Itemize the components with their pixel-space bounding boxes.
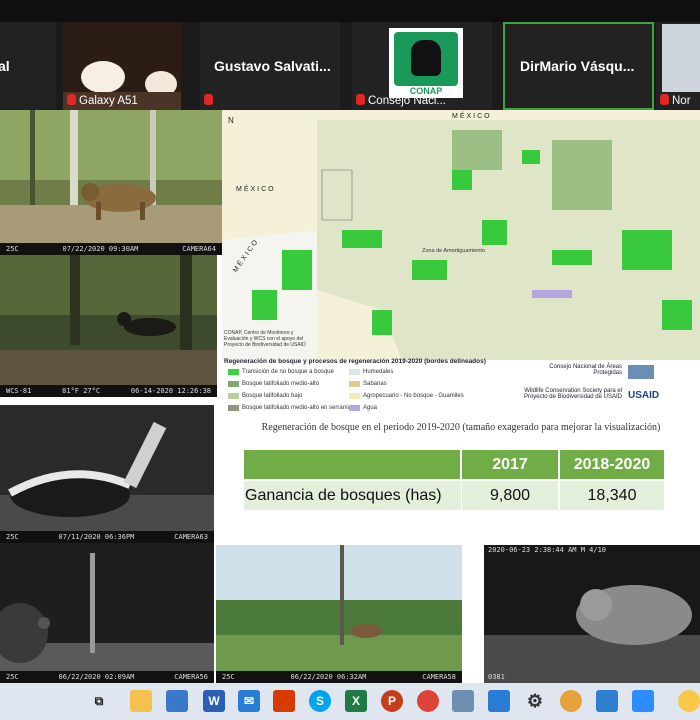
- mic-muted-icon: [204, 94, 216, 107]
- table-header-empty: [244, 450, 460, 479]
- legend-item: Bosque latifoliado medio-alto: [228, 381, 319, 387]
- participant-tile-nor[interactable]: Nor: [656, 22, 700, 110]
- participant-label: Nor: [660, 94, 691, 107]
- participant-tile-gustavo[interactable]: Gustavo Salvati...: [200, 22, 340, 110]
- camera-stamp-top: 2020-06-23 2:38:44 AM M 4/10: [488, 546, 607, 554]
- map-zone-label: Zona de Amortiguamiento: [422, 248, 485, 254]
- skunk-photo: [0, 405, 214, 543]
- camera-stamp: WCS-81 81°F 27°C 06-14-2020 12:26:38: [0, 385, 217, 397]
- powerpoint-icon[interactable]: P: [381, 690, 403, 712]
- table-header-2018-2020: 2018-2020: [560, 450, 664, 479]
- camera-stamp: 25C 06/22/2020 02:09AM CAMERA56: [0, 671, 214, 683]
- camera-trap-image-6: 2020-06-23 2:38:44 AM M 4/10 0381: [484, 545, 700, 683]
- participant-video: [662, 24, 700, 92]
- participant-tile-conap[interactable]: CONAP Consejo Naci...: [352, 22, 492, 110]
- participant-tile-galaxy[interactable]: Galaxy A51: [63, 22, 181, 110]
- excel-icon[interactable]: X: [345, 690, 367, 712]
- notes-icon[interactable]: [678, 690, 700, 712]
- camera-trap-image-4: 25C 06/22/2020 02:09AM CAMERA56: [0, 543, 214, 683]
- chrome-icon[interactable]: [417, 690, 439, 712]
- legend-item: Bosque latifoliado bajo: [228, 393, 302, 399]
- tayra-photo: [0, 255, 217, 397]
- org-conap: Consejo Nacional de Áreas Protegidas: [549, 364, 622, 376]
- skype-icon[interactable]: S: [309, 690, 331, 712]
- animal-night-photo: [0, 543, 214, 683]
- camera-trap-image-2: WCS-81 81°F 27°C 06-14-2020 12:26:38: [0, 255, 217, 397]
- conap-logo: CONAP: [389, 28, 463, 98]
- participant-tile-dirmario[interactable]: DirMario Vásqu...: [503, 22, 654, 110]
- legend-item: Humedales: [349, 369, 393, 375]
- camera-stamp: 25C 06/22/2020 06:32AM CAMERA58: [216, 671, 462, 683]
- org-wcs: Wildlife Conservation Society para el Pr…: [523, 388, 622, 400]
- table-header-2017: 2017: [462, 450, 558, 479]
- jaguar-photo: [0, 110, 222, 255]
- camera-trap-image-1: 25C 07/22/2020 09:30AM CAMERA64: [0, 110, 222, 255]
- legend-item: Agropecuario - No bosque - Guamiles: [349, 393, 464, 399]
- deer-photo: [216, 545, 462, 683]
- north-arrow-icon: N: [228, 116, 234, 125]
- mic-muted-icon: [356, 94, 365, 105]
- windows-taskbar: ⧉ W ✉ S X P ⚙: [0, 683, 700, 720]
- laptop-icon[interactable]: [452, 690, 474, 712]
- map-label-left: MÉXICO: [236, 186, 276, 193]
- task-view-icon[interactable]: ⧉: [88, 690, 110, 712]
- camera-trap-image-3: 25C 07/11/2020 06:36PM CAMERA63: [0, 405, 214, 543]
- organization-logos: Consejo Nacional de Áreas Protegidas Wil…: [522, 362, 700, 418]
- store-icon[interactable]: [166, 690, 188, 712]
- window-top-bar: [0, 0, 700, 22]
- camera-stamp: 25C 07/22/2020 09:30AM CAMERA64: [0, 243, 222, 255]
- table-row-label: Ganancia de bosques (has): [244, 481, 461, 510]
- participant-tile-1[interactable]: al: [0, 22, 56, 110]
- mail-icon[interactable]: ✉: [238, 690, 260, 712]
- camera-trap-image-5: 25C 06/22/2020 06:32AM CAMERA58: [216, 545, 462, 683]
- chrome-profile-icon[interactable]: [560, 690, 582, 712]
- legend-item: Bosque latifoliado medio-alto en serraní…: [228, 405, 351, 411]
- photos-icon[interactable]: [596, 690, 618, 712]
- participant-name: Gustavo Salvati...: [214, 58, 331, 74]
- table-cell-2017: 9,800: [462, 481, 558, 510]
- map-graphic: [222, 110, 700, 360]
- zoom-icon[interactable]: [632, 690, 654, 712]
- shared-slide: N MÉXICO MÉXICO MÉXICO Zona de Amortigua…: [222, 110, 700, 545]
- legend-item: Agua: [349, 405, 377, 411]
- participant-name: DirMario Vásqu...: [520, 58, 635, 74]
- word-icon[interactable]: W: [203, 690, 225, 712]
- office-icon[interactable]: [273, 690, 295, 712]
- mic-muted-icon: [67, 94, 76, 105]
- mic-muted-icon: [660, 94, 669, 105]
- camera-stamp: 25C 07/11/2020 06:36PM CAMERA63: [0, 531, 214, 543]
- file-explorer-icon[interactable]: [130, 690, 152, 712]
- table-title: Regeneración de bosque en el periodo 201…: [261, 422, 661, 433]
- map-credit: CONAP, Centro de Monitoreo y Evaluación …: [224, 330, 306, 348]
- jaguar-night-photo: [484, 545, 700, 683]
- map-label-top: MÉXICO: [452, 113, 492, 120]
- calendar-icon[interactable]: [488, 690, 510, 712]
- participant-strip: al Galaxy A51 Gustavo Salvati... CONAP C…: [0, 22, 700, 110]
- table-cell-2018-2020: 18,340: [560, 481, 664, 510]
- legend-item: Transición de no bosque a bosque: [228, 369, 334, 375]
- settings-icon[interactable]: ⚙: [524, 690, 546, 712]
- camera-stamp-bottom: 0381: [488, 673, 505, 681]
- participant-name: al: [0, 58, 10, 74]
- participant-label: Galaxy A51: [67, 94, 138, 107]
- legend-item: Sabanas: [349, 381, 387, 387]
- participant-label: Consejo Naci...: [356, 94, 446, 107]
- guatemala-logo: [628, 365, 654, 379]
- regeneration-map: N MÉXICO MÉXICO MÉXICO Zona de Amortigua…: [222, 110, 700, 360]
- usaid-logo: USAID: [628, 390, 660, 401]
